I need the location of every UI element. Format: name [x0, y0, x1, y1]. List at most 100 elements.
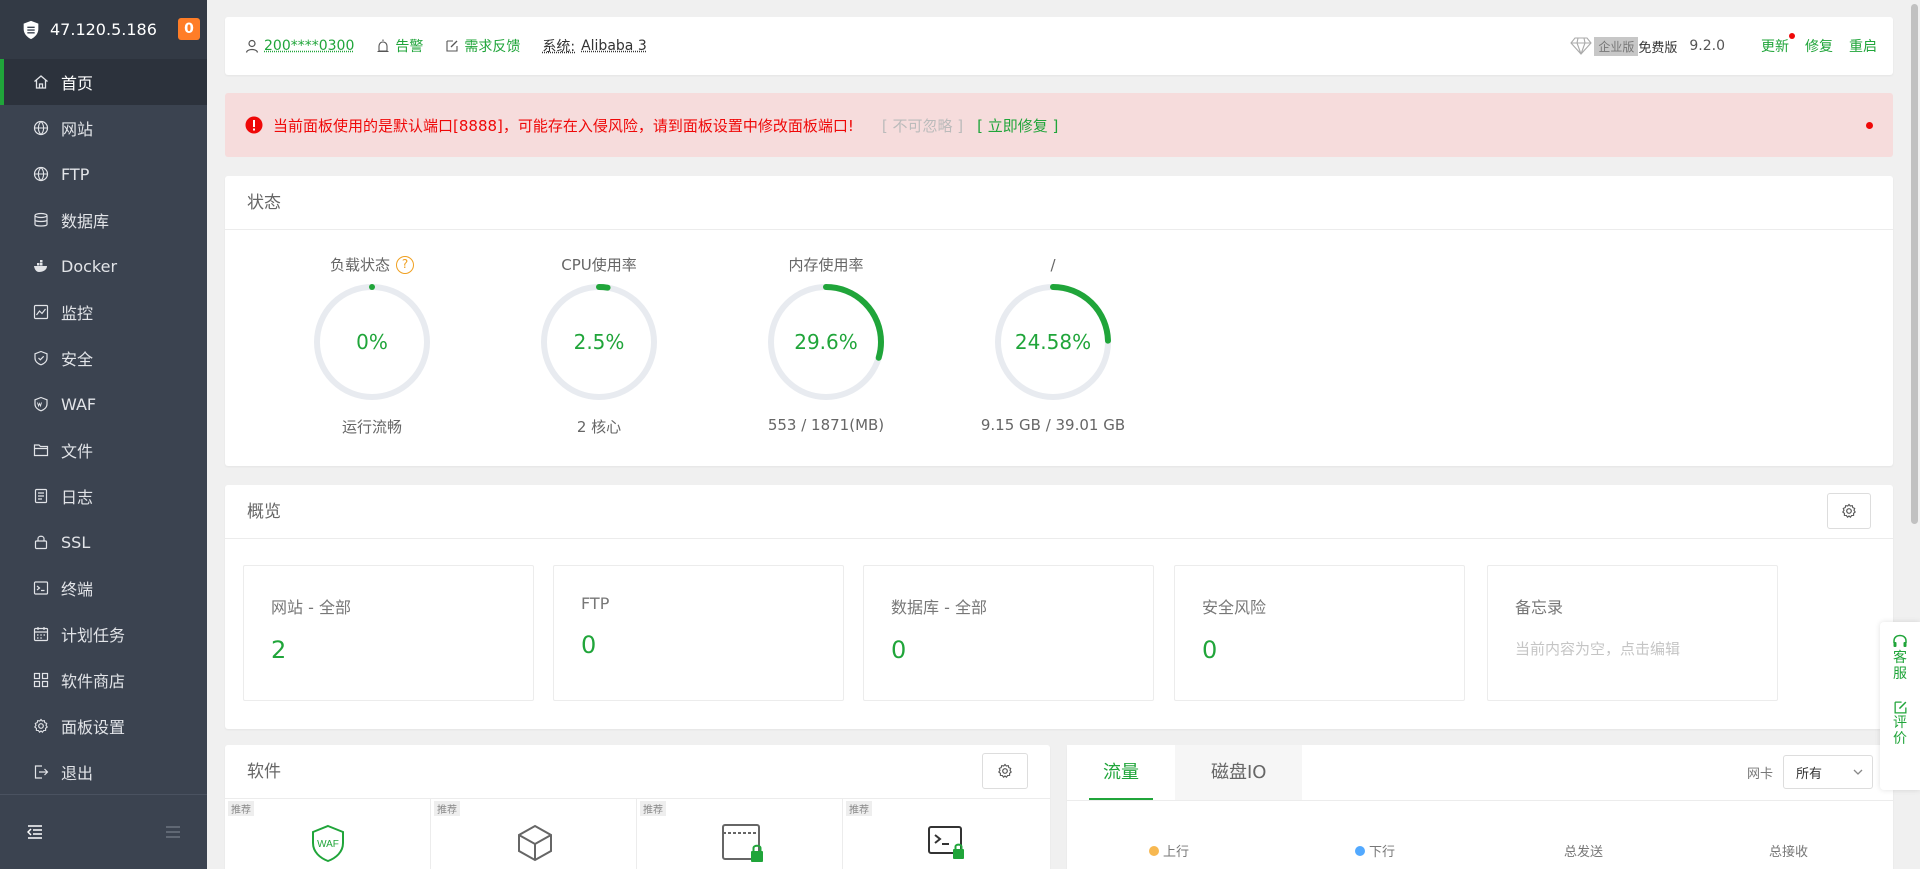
- globe-icon: [33, 120, 49, 136]
- tab-disk-io[interactable]: 磁盘IO: [1175, 745, 1302, 800]
- restart-link[interactable]: 重启: [1849, 36, 1877, 56]
- alert-label[interactable]: 告警: [395, 36, 423, 56]
- sidebar-item-13[interactable]: 软件商店: [0, 657, 207, 703]
- panel-logo-icon: [20, 19, 42, 41]
- sidebar-item-9[interactable]: 日志: [0, 473, 207, 519]
- gauge-title: 内存使用率: [788, 254, 863, 276]
- gauge-value: 0%: [356, 330, 388, 354]
- sidebar-item-label: 退出: [61, 760, 93, 784]
- gauge-title-row: /: [953, 254, 1153, 276]
- sidebar-item-12[interactable]: 计划任务: [0, 611, 207, 657]
- collapse-sidebar-icon[interactable]: [27, 824, 43, 840]
- legend-total-sent: 总发送: [1564, 841, 1603, 860]
- gauge-2[interactable]: 内存使用率 29.6% 553 / 1871(MB): [726, 254, 926, 434]
- review-button[interactable]: 评 价: [1893, 700, 1908, 747]
- home-icon: [33, 74, 49, 90]
- sidebar-item-label: Docker: [61, 257, 117, 276]
- sidebar-item-10[interactable]: SSL: [0, 519, 207, 565]
- sidebar-item-2[interactable]: FTP: [0, 151, 207, 197]
- gauge-value: 29.6%: [794, 330, 858, 354]
- overview-box-2[interactable]: 数据库 - 全部 0: [863, 565, 1154, 701]
- sidebar-item-8[interactable]: 文件: [0, 427, 207, 473]
- overview-box-value[interactable]: 0: [1202, 636, 1464, 664]
- overview-box-value[interactable]: 0: [581, 631, 843, 659]
- overview-box-value[interactable]: 2: [271, 636, 533, 664]
- software-settings-button[interactable]: [982, 753, 1028, 789]
- log-icon: [33, 488, 49, 504]
- top-right-actions: 企业版 免费版 9.2.0 更新 修复 重启: [1570, 17, 1877, 75]
- service-char-1: 客: [1893, 650, 1907, 666]
- gauge-subtitle: 9.15 GB / 39.01 GB: [953, 416, 1153, 434]
- waf-icon-text: WAF: [317, 839, 339, 850]
- gauge-ring: 24.58%: [991, 280, 1115, 404]
- gear-icon: [1841, 503, 1857, 519]
- gauge-value: 24.58%: [1015, 330, 1091, 354]
- help-icon[interactable]: ?: [396, 256, 414, 274]
- sidebar-item-4[interactable]: Docker: [0, 243, 207, 289]
- alert-link[interactable]: 告警: [376, 36, 423, 56]
- memo-content[interactable]: 当前内容为空，点击编辑: [1515, 638, 1777, 659]
- sidebar-item-14[interactable]: 面板设置: [0, 703, 207, 749]
- system-info: 系统: Alibaba 3: [542, 36, 646, 56]
- recommend-tag: 推荐: [434, 801, 460, 816]
- software-tile-cube[interactable]: 推荐: [431, 799, 637, 869]
- repair-link[interactable]: 修复: [1805, 36, 1833, 56]
- update-label[interactable]: 更新: [1761, 39, 1789, 55]
- overview-settings-button[interactable]: [1827, 493, 1871, 529]
- enterprise-tag[interactable]: 企业版: [1594, 37, 1638, 56]
- update-link[interactable]: 更新: [1761, 36, 1789, 56]
- sidebar-item-0[interactable]: 首页: [0, 59, 207, 105]
- scrollbar-thumb[interactable]: [1911, 4, 1918, 524]
- sidebar-item-15[interactable]: 退出: [0, 749, 207, 795]
- overview-box-0[interactable]: 网站 - 全部 2: [243, 565, 534, 701]
- overview-box-1[interactable]: FTP 0: [553, 565, 844, 701]
- user-name[interactable]: 200****0300: [264, 38, 354, 54]
- gauge-ring: 2.5%: [537, 280, 661, 404]
- software-tile-waf[interactable]: 推荐 WAF: [225, 799, 431, 869]
- sidebar-item-6[interactable]: 安全: [0, 335, 207, 381]
- notification-badge[interactable]: 0: [178, 18, 200, 40]
- server-ip[interactable]: 47.120.5.186: [50, 20, 157, 39]
- diamond-icon: [1570, 36, 1592, 56]
- user-account[interactable]: 200****0300: [245, 38, 354, 54]
- edit-icon: [445, 39, 459, 53]
- waf-icon: [33, 396, 49, 412]
- tab-traffic[interactable]: 流量: [1067, 745, 1175, 800]
- gear-icon: [33, 718, 49, 734]
- feedback-label[interactable]: 需求反馈: [464, 36, 520, 56]
- gauge-1[interactable]: CPU使用率 2.5% 2 核心: [499, 254, 699, 437]
- list-toggle-icon[interactable]: [165, 824, 181, 840]
- memo-box[interactable]: 备忘录 当前内容为空，点击编辑: [1487, 565, 1778, 701]
- sidebar-item-label: 数据库: [61, 208, 109, 232]
- feedback-link[interactable]: 需求反馈: [445, 36, 520, 56]
- gauge-0[interactable]: 负载状态? 0% 运行流畅: [272, 254, 472, 437]
- software-tile-terminal-lock[interactable]: 推荐: [843, 799, 1049, 869]
- overview-box-3[interactable]: 安全风险 0: [1174, 565, 1465, 701]
- recommend-tag: 推荐: [228, 801, 254, 816]
- download-color-dot: [1355, 846, 1365, 856]
- sidebar-item-5[interactable]: 监控: [0, 289, 207, 335]
- gauge-subtitle: 553 / 1871(MB): [726, 416, 926, 434]
- gauge-subtitle: 运行流畅: [272, 416, 472, 437]
- monitor-icon: [33, 304, 49, 320]
- gauge-value: 2.5%: [574, 330, 625, 354]
- sidebar-item-1[interactable]: 网站: [0, 105, 207, 151]
- update-dot: [1789, 33, 1795, 39]
- recommend-tag: 推荐: [640, 801, 666, 816]
- logout-icon: [33, 764, 49, 780]
- legend-download-label: 下行: [1369, 841, 1395, 860]
- sidebar-item-label: 网站: [61, 116, 93, 140]
- ssl-icon: [33, 534, 49, 550]
- customer-service-button[interactable]: 客 服: [1892, 634, 1908, 682]
- gauge-title: /: [1050, 254, 1055, 276]
- sidebar-item-7[interactable]: WAF: [0, 381, 207, 427]
- sidebar-item-11[interactable]: 终端: [0, 565, 207, 611]
- sidebar-item-3[interactable]: 数据库: [0, 197, 207, 243]
- gauge-3[interactable]: / 24.58% 9.15 GB / 39.01 GB: [953, 254, 1153, 434]
- nic-select[interactable]: 所有: [1783, 755, 1873, 789]
- sidebar-footer: [0, 794, 207, 869]
- software-tile-browser-lock[interactable]: 推荐: [637, 799, 843, 869]
- overview-box-label: 数据库 - 全部: [891, 594, 1153, 618]
- fix-now-link[interactable]: [ 立即修复 ]: [977, 115, 1058, 136]
- overview-box-value[interactable]: 0: [891, 636, 1153, 664]
